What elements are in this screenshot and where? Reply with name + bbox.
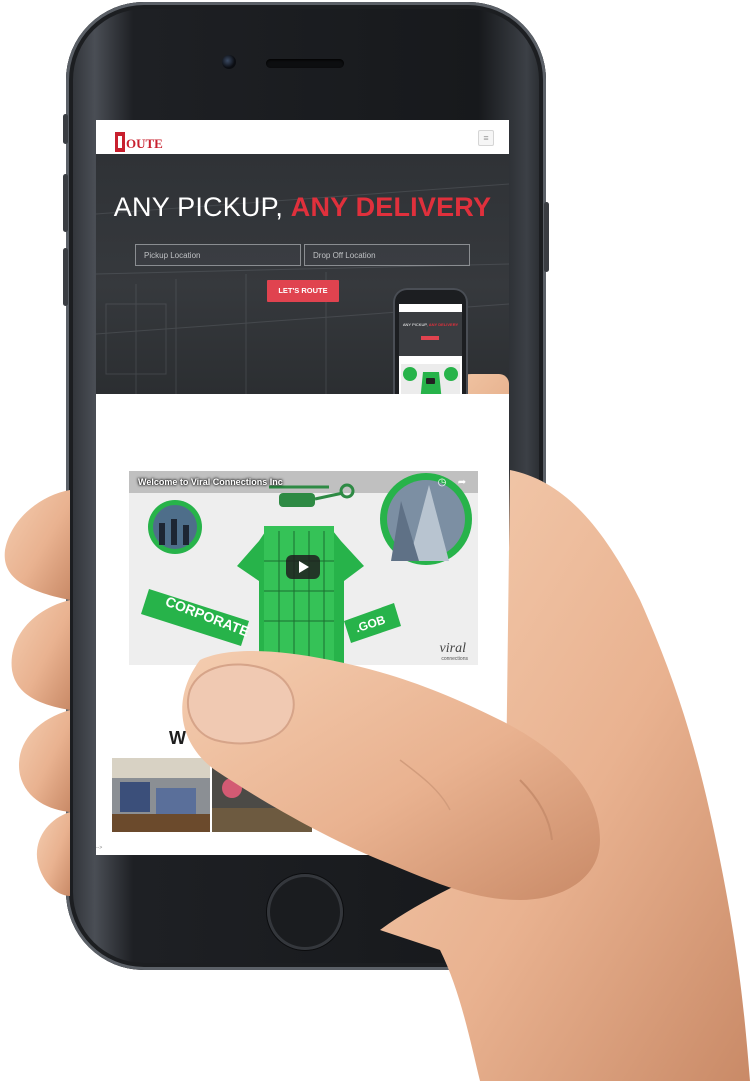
logo-text: OUTE: [126, 136, 163, 151]
share-icon[interactable]: ➦: [456, 477, 468, 489]
mini-video-graphic: [401, 364, 460, 394]
mini-title-accent: ANY DELIVERY: [428, 322, 459, 327]
hero-section: ANY PICKUP, ANY DELIVERY Pickup Location…: [96, 154, 509, 394]
mini-phone-image: ANY PICKUP, ANY DELIVERY: [393, 288, 468, 394]
section-heading: W: [169, 728, 186, 748]
dropoff-location-input[interactable]: Drop Off Location: [304, 244, 470, 266]
play-icon[interactable]: [286, 555, 320, 579]
hero-title: ANY PICKUP, ANY DELIVERY: [96, 192, 509, 223]
store-photo-1-graphic: [112, 758, 210, 832]
navbar: OUTE ≡: [96, 120, 509, 155]
hamburger-icon[interactable]: ≡: [478, 130, 494, 146]
mini-hero: ANY PICKUP, ANY DELIVERY: [399, 312, 462, 356]
phone-screen: OUTE ≡ ANY PICKUP, ANY DELIVERY Pickup L…: [96, 120, 509, 855]
store-photo-2: [212, 758, 312, 832]
viral-brand-text: viral: [439, 641, 466, 656]
route-logo[interactable]: OUTE: [115, 130, 163, 152]
front-camera: [222, 55, 236, 69]
viral-brand-subtext: connections: [441, 656, 468, 662]
clock-icon[interactable]: ◷: [436, 477, 448, 489]
mute-switch: [63, 114, 68, 144]
volume-up-button: [63, 174, 68, 232]
hero-title-plain: ANY PICKUP,: [113, 192, 284, 222]
video-player[interactable]: CORPORATE .GOB Welcome to Viral Connecti…: [129, 471, 478, 665]
video-title[interactable]: Welcome to Viral Connections Inc: [138, 477, 283, 487]
logo-mark-icon: [115, 132, 125, 152]
mini-phone-screen: ANY PICKUP, ANY DELIVERY: [399, 304, 462, 394]
page-footer-note: -->: [96, 845, 103, 851]
volume-down-button: [63, 248, 68, 306]
pickup-location-input[interactable]: Pickup Location: [135, 244, 301, 266]
store-photo-1: [112, 758, 210, 832]
power-button: [544, 202, 549, 272]
hero-title-accent: ANY DELIVERY: [290, 192, 492, 222]
mini-route-button: [421, 336, 439, 340]
mini-title-plain: ANY PICKUP,: [402, 322, 428, 327]
lets-route-button[interactable]: LET'S ROUTE: [267, 280, 339, 302]
teal-banner: [449, 758, 509, 792]
mini-hero-title: ANY PICKUP, ANY DELIVERY: [399, 322, 462, 327]
earpiece-speaker: [266, 59, 344, 68]
store-photo-2-graphic: [212, 758, 312, 832]
home-button[interactable]: [267, 874, 343, 950]
